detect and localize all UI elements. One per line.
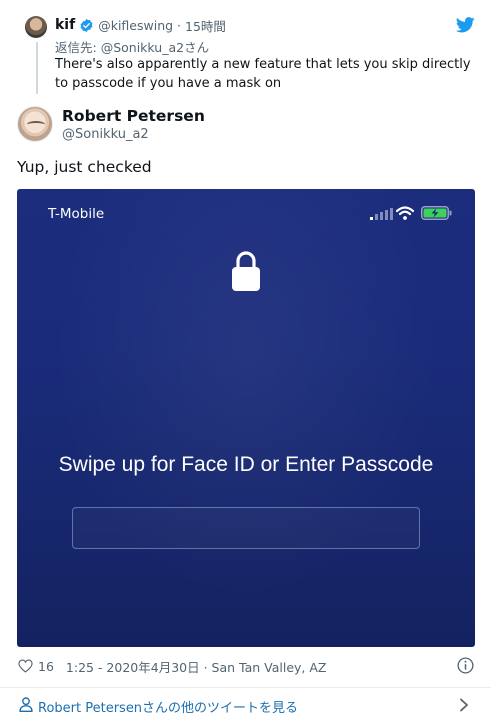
- parent-author-handle[interactable]: @kifleswing: [98, 18, 173, 33]
- chevron-right-icon[interactable]: [459, 698, 469, 712]
- person-icon: [19, 697, 33, 712]
- like-heart-icon[interactable]: [18, 659, 33, 673]
- tweet-text: Yup, just checked: [17, 158, 152, 176]
- cellular-signal-icon: [370, 208, 393, 220]
- parent-tweet-header: kif @kifleswing · 15時間: [55, 16, 226, 34]
- tweet-author-handle[interactable]: @Sonikku_a2: [62, 127, 149, 142]
- tweet-meta: 16 1:25 - 2020年4月30日 · San Tan Valley, A…: [18, 657, 326, 675]
- info-icon[interactable]: [457, 657, 474, 674]
- more-tweets-link[interactable]: Robert Petersenさんの他のツイートを見る: [0, 688, 491, 721]
- more-tweets-label[interactable]: Robert Petersenさんの他のツイートを見る: [38, 697, 298, 716]
- replying-to: 返信先: @Sonikku_a2さん: [55, 37, 209, 56]
- carrier-label: T-Mobile: [48, 206, 105, 222]
- robert-petersen-avatar[interactable]: [17, 106, 53, 142]
- twitter-bird-icon[interactable]: [456, 17, 475, 33]
- verified-badge-icon: [80, 18, 93, 32]
- separator-dot: ·: [177, 17, 182, 33]
- parent-tweet: kif @kifleswing · 15時間 返信先: @Sonikku_a2さ…: [0, 0, 491, 100]
- parent-tweet-text: There's also apparently a new feature th…: [55, 57, 471, 91]
- reply-to-suffix: さん: [184, 40, 210, 55]
- like-count[interactable]: 16: [38, 659, 54, 674]
- tweet-author-name[interactable]: Robert Petersen: [62, 107, 205, 125]
- padlock-icon: [232, 251, 260, 291]
- tweet-media-image[interactable]: T-Mobile Swipe up for Face ID or Enter P…: [17, 189, 475, 647]
- thread-connector-line: [36, 42, 38, 94]
- passcode-field: [72, 507, 420, 549]
- wifi-icon: [396, 206, 414, 220]
- parent-author-name[interactable]: kif: [55, 17, 75, 33]
- reply-to-handle[interactable]: @Sonikku_a2: [101, 40, 184, 55]
- parent-tweet-time[interactable]: 15時間: [185, 16, 226, 35]
- battery-charging-icon: [421, 206, 452, 220]
- kif-avatar[interactable]: [25, 16, 47, 38]
- face-id-prompt: Swipe up for Face ID or Enter Passcode: [58, 453, 434, 476]
- reply-to-label: 返信先:: [55, 40, 97, 55]
- tweet-timestamp[interactable]: 1:25 - 2020年4月30日 · San Tan Valley, AZ: [66, 657, 327, 676]
